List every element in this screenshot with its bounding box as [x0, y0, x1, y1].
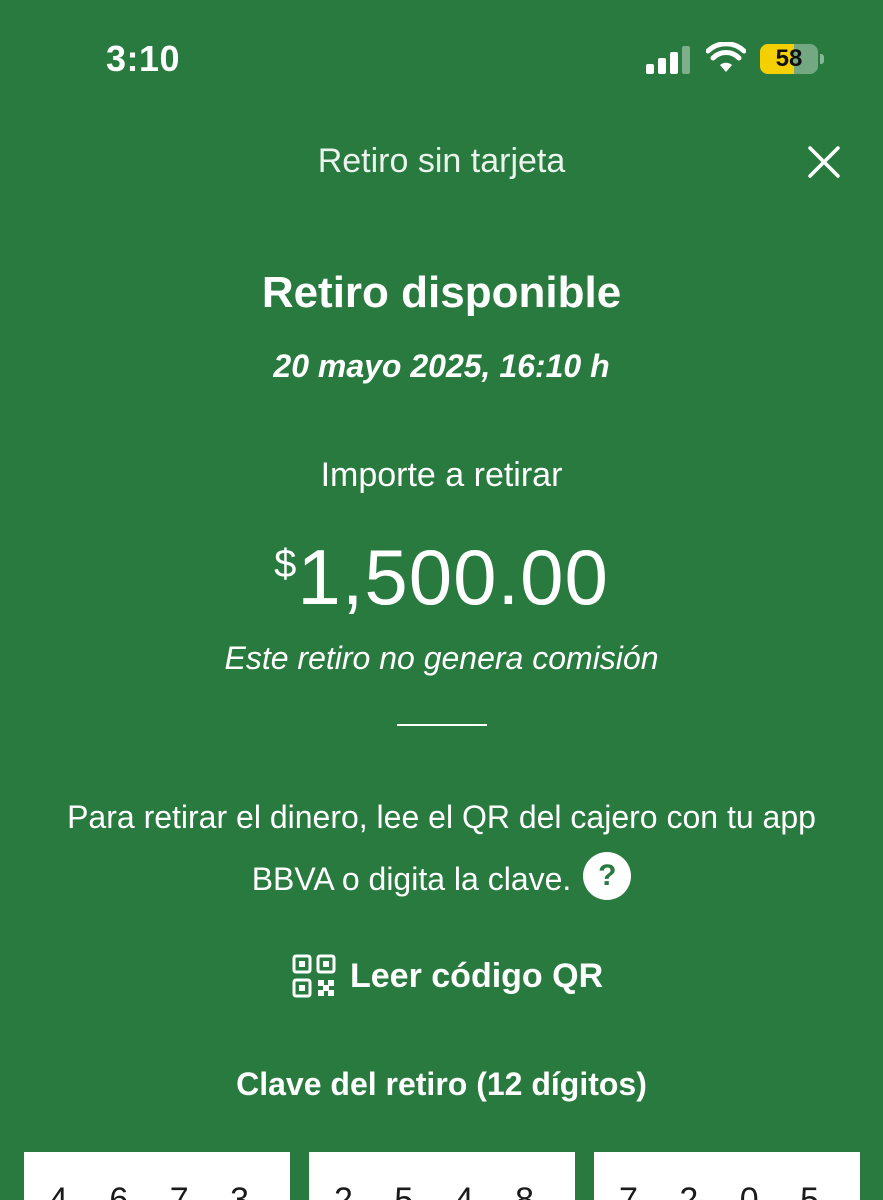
battery-level: 58	[775, 45, 803, 72]
code-group-2: 2 5 4 8	[309, 1152, 575, 1200]
status-time: 3:10	[106, 38, 181, 79]
qr-code-icon	[292, 954, 336, 998]
instructions: Para retirar el dinero, lee el QR del ca…	[30, 786, 853, 910]
instructions-text: Para retirar el dinero, lee el QR del ca…	[67, 799, 816, 897]
battery-cap	[820, 54, 824, 64]
code-title: Clave del retiro (12 dígitos)	[236, 1066, 647, 1102]
battery-icon: 58	[760, 44, 824, 74]
battery-body: 58	[760, 44, 818, 74]
code-group-1: 4 6 7 3	[24, 1152, 290, 1200]
amount: $1,500.00	[0, 532, 883, 623]
code-group-3: 7 2 0 5	[594, 1152, 860, 1200]
header-title: Retiro sin tarjeta	[317, 142, 566, 180]
commission-note: Este retiro no genera comisión	[224, 640, 659, 676]
read-qr-link[interactable]: Leer código QR	[292, 952, 603, 1000]
withdrawal-date: 20 mayo 2025, 16:10 h	[273, 348, 610, 384]
currency-symbol: $	[274, 542, 298, 586]
wifi-icon	[706, 42, 746, 72]
help-icon[interactable]: ?	[583, 851, 632, 900]
screen: 3:10 58 Retiro sin tarjeta Retiro dispon…	[0, 0, 883, 1200]
amount-label: Importe a retirar	[320, 456, 563, 494]
read-qr-label: Leer código QR	[350, 956, 604, 995]
page-title: Retiro disponible	[261, 268, 622, 317]
divider	[397, 724, 487, 726]
close-icon[interactable]	[800, 138, 848, 186]
amount-value: 1,500.00	[297, 533, 609, 621]
signal-icon	[646, 46, 690, 74]
